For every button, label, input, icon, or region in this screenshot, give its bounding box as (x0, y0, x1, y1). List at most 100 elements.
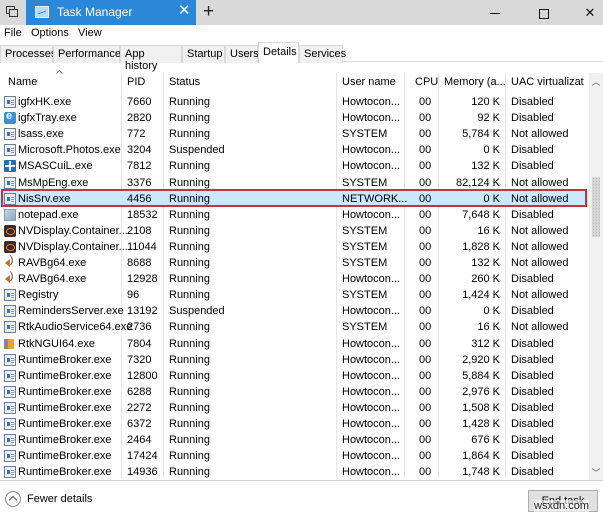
process-cpu: 00 (419, 257, 432, 269)
table-row[interactable]: NisSrv.exe 4456 Running NETWORK... 00 0 K Not … (0, 190, 588, 207)
column-header-name[interactable]: Name (8, 76, 37, 88)
tab-close-icon[interactable]: ✕ (178, 3, 191, 19)
table-row[interactable]: RtkAudioService64.exe 2736 Running SYSTEM 00… (0, 319, 588, 335)
process-memory: 120 K (471, 96, 500, 108)
column-header-memory[interactable]: Memory (a... (444, 76, 506, 88)
process-user: Howtocon... (342, 112, 401, 125)
table-row[interactable]: RuntimeBroker.exe 17424 Running Howtocon...… (0, 448, 588, 464)
window-switcher-icon[interactable] (6, 6, 20, 18)
process-name: RuntimeBroker.exe (18, 466, 112, 479)
table-row[interactable]: RuntimeBroker.exe 14936 Running Howtocon...… (0, 464, 588, 480)
process-pid: 7812 (127, 160, 152, 173)
title-bar: Task Manager ✕ + ✕ (0, 0, 603, 25)
process-generic-icon (4, 369, 16, 382)
tab-performance[interactable]: Performance (53, 45, 121, 63)
vertical-scrollbar[interactable]: ︿ ﹀ (589, 73, 603, 480)
process-uac: Disabled (511, 369, 554, 382)
process-memory: 5,784 K (462, 128, 500, 141)
close-button[interactable]: ✕ (567, 0, 603, 25)
table-row[interactable]: RAVBg64.exe 8688 Running SYSTEM 00 132 K Not a… (0, 255, 588, 271)
tab-processes[interactable]: Processes (0, 45, 56, 63)
table-row[interactable]: RuntimeBroker.exe 2272 Running Howtocon... 0… (0, 400, 588, 416)
tab-details[interactable]: Details (258, 42, 299, 63)
process-name: RAVBg64.exe (18, 257, 87, 269)
menu-view[interactable]: View (78, 27, 102, 39)
process-name: RuntimeBroker.exe (18, 434, 112, 447)
process-uac: Not allowed (511, 192, 569, 205)
process-uac: Not allowed (511, 321, 569, 334)
table-row[interactable]: RAVBg64.exe 12928 Running Howtocon... 00 260 … (0, 271, 588, 287)
process-speaker-icon (4, 255, 16, 269)
column-header-cpu[interactable]: CPU (415, 76, 438, 88)
column-header-user-name[interactable]: User name (342, 76, 396, 88)
process-pid: 772 (127, 128, 146, 141)
process-cpu: 00 (419, 208, 432, 221)
process-pid: 3204 (127, 144, 152, 157)
process-status: Running (169, 450, 210, 463)
process-user: SYSTEM (342, 176, 388, 189)
process-cpu: 00 (419, 224, 432, 237)
table-row[interactable]: RuntimeBroker.exe 6288 Running Howtocon... 0… (0, 384, 588, 400)
process-generic-icon (4, 353, 16, 366)
process-generic-icon (4, 450, 16, 463)
table-row[interactable]: Registry 96 Running SYSTEM 00 1,424 K Not allo… (0, 287, 588, 303)
tab-users[interactable]: Users (225, 45, 259, 63)
process-status: Running (169, 385, 210, 398)
tab-startup[interactable]: Startup (182, 45, 225, 63)
process-pid: 2736 (127, 321, 152, 334)
fewer-details-label: Fewer details (27, 493, 93, 505)
process-pid: 96 (127, 289, 140, 302)
process-generic-icon (4, 192, 16, 205)
process-pid: 2464 (127, 434, 152, 447)
tab-app-history[interactable]: App history (120, 45, 182, 72)
table-row[interactable]: igfxTray.exe 2820 Running Howtocon... 00 92 K… (0, 110, 588, 126)
menu-options[interactable]: Options (31, 27, 69, 39)
tab-services[interactable]: Services (299, 45, 346, 63)
menu-file[interactable]: File (4, 27, 22, 39)
process-memory: 7,648 K (462, 208, 500, 221)
new-tab-icon[interactable]: + (203, 1, 214, 23)
column-header-status[interactable]: Status (169, 76, 200, 88)
scroll-thumb[interactable] (592, 177, 600, 237)
process-uac: Disabled (511, 160, 554, 173)
table-row[interactable]: MSASCuiL.exe 7812 Running Howtocon... 00 132 … (0, 158, 588, 174)
scroll-up-icon[interactable]: ︿ (589, 75, 603, 89)
table-row[interactable]: NVDisplay.Container... 11044 Running SYSTEM… (0, 239, 588, 255)
minimize-icon (490, 13, 500, 15)
process-cpu: 00 (419, 160, 432, 173)
maximize-button[interactable] (521, 0, 567, 25)
window-tab-task-manager[interactable]: Task Manager ✕ (26, 0, 196, 25)
process-status: Running (169, 418, 210, 430)
process-uac: Not allowed (511, 257, 569, 269)
minimize-button[interactable] (472, 0, 518, 25)
table-row[interactable]: NVDisplay.Container... 2108 Running SYSTEM 0… (0, 223, 588, 239)
process-status: Running (169, 96, 210, 108)
process-memory: 16 K (477, 321, 500, 334)
table-row[interactable]: RuntimeBroker.exe 6372 Running Howtocon... 0… (0, 416, 588, 432)
table-row[interactable]: RuntimeBroker.exe 2464 Running Howtocon... 0… (0, 432, 588, 448)
process-uac: Disabled (511, 418, 554, 430)
table-row[interactable]: lsass.exe 772 Running SYSTEM 00 5,784 K Not al… (0, 126, 588, 142)
process-user: Howtocon... (342, 450, 401, 463)
table-row[interactable]: Microsoft.Photos.exe 3204 Suspended Howtoco… (0, 142, 588, 158)
process-user: SYSTEM (342, 257, 388, 269)
process-user: Howtocon... (342, 305, 401, 318)
column-header-uac[interactable]: UAC virtualizat (511, 76, 584, 88)
table-row[interactable]: igfxHK.exe 7660 Running Howtocon... 00 120 K D… (0, 94, 588, 110)
process-name: igfxHK.exe (18, 96, 72, 108)
process-uac: Disabled (511, 434, 554, 447)
process-uac: Disabled (511, 112, 554, 125)
process-memory: 1,428 K (462, 418, 500, 430)
table-row[interactable]: MsMpEng.exe 3376 Running SYSTEM 00 82,124 K No… (0, 175, 588, 191)
table-row[interactable]: RemindersServer.exe 13192 Suspended Howtoco… (0, 303, 588, 319)
column-header-pid[interactable]: PID (127, 76, 145, 88)
table-row[interactable]: notepad.exe 18532 Running Howtocon... 00 7,64… (0, 207, 588, 223)
scroll-down-icon[interactable]: ﹀ (589, 466, 603, 480)
table-row[interactable]: RtkNGUI64.exe 7804 Running Howtocon... 00 312… (0, 336, 588, 352)
table-row[interactable]: RuntimeBroker.exe 12800 Running Howtocon...… (0, 368, 588, 384)
process-memory: 1,508 K (462, 401, 500, 414)
process-memory: 132 K (471, 160, 500, 173)
table-row[interactable]: RuntimeBroker.exe 7320 Running Howtocon... 0… (0, 352, 588, 368)
process-memory: 5,884 K (462, 369, 500, 382)
process-status: Running (169, 353, 210, 366)
